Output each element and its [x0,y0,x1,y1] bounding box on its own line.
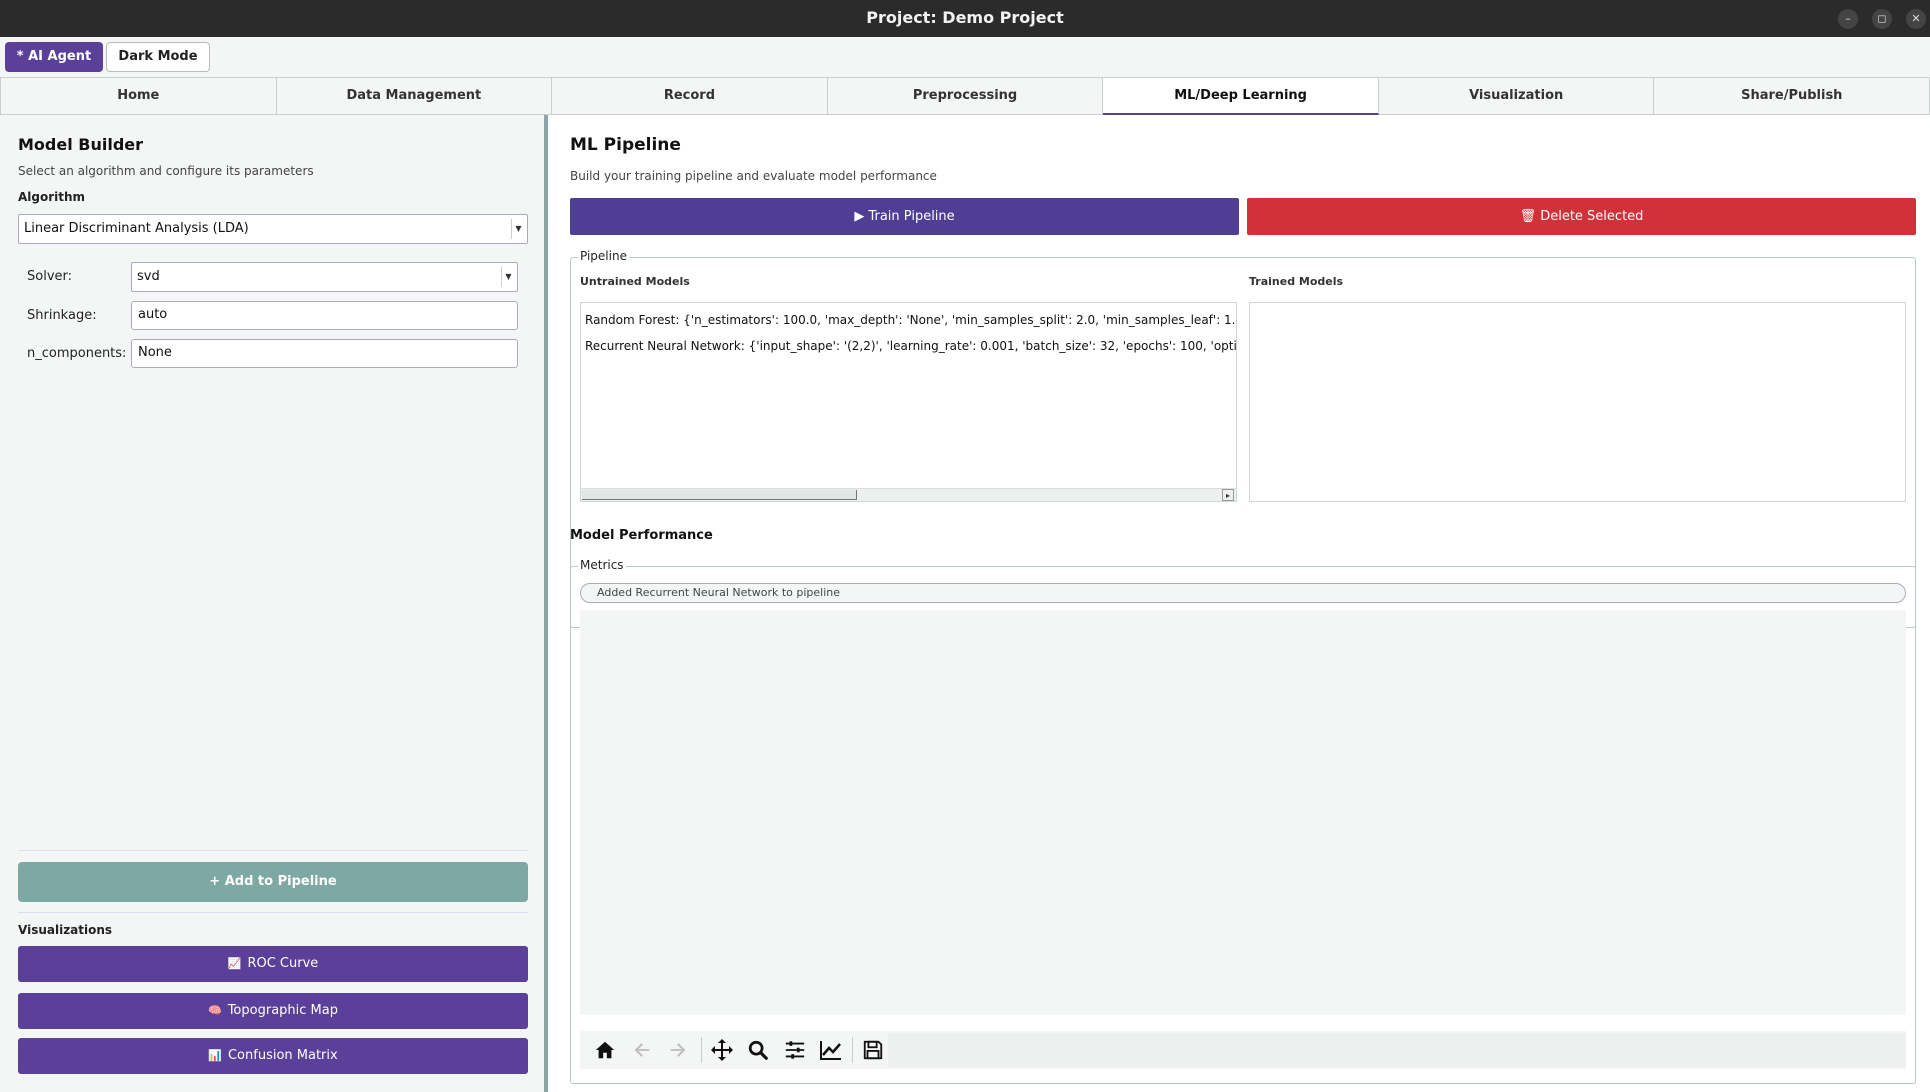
topographic-map-button[interactable]: 🧠 Topographic Map [18,993,528,1029]
scrollbar-thumb[interactable] [582,490,857,500]
chevron-down-icon: ▼ [501,267,515,287]
tab-data-management[interactable]: Data Management [276,77,553,115]
shrinkage-input[interactable]: auto [131,301,518,330]
save-icon[interactable] [858,1035,888,1065]
roc-curve-label: ROC Curve [247,956,319,971]
main-tabs: Home Data Management Record Preprocessin… [0,77,1930,115]
roc-curve-button[interactable]: 📈 ROC Curve [18,946,528,982]
algorithm-select-value: Linear Discriminant Analysis (LDA) [24,221,249,236]
train-pipeline-button[interactable]: ▶ Train Pipeline [570,198,1239,235]
tab-home[interactable]: Home [0,77,277,115]
back-arrow-icon[interactable] [627,1035,657,1065]
plot-canvas[interactable] [580,610,1906,1015]
tab-record[interactable]: Record [552,77,828,115]
confusion-matrix-button[interactable]: 📊 Confusion Matrix [18,1038,528,1074]
metrics-group-title: Metrics [578,558,626,572]
solver-label: Solver: [27,269,73,284]
horizontal-scrollbar[interactable]: ▸ [581,488,1236,501]
tab-ml-deep-learning[interactable]: ML/Deep Learning [1103,77,1379,115]
tab-share-publish[interactable]: Share/Publish [1654,77,1930,115]
list-item[interactable]: Recurrent Neural Network: {'input_shape'… [585,339,1236,353]
chevron-down-icon: ▼ [511,219,525,239]
delete-selected-button[interactable]: 🗑 Delete Selected [1247,198,1916,235]
plot-toolbar [580,1031,1906,1069]
toolbar-coordinates-area [888,1033,1906,1067]
home-icon[interactable] [590,1035,620,1065]
untrained-models-label: Untrained Models [580,275,690,288]
configure-subplots-icon[interactable] [780,1035,810,1065]
trained-models-label: Trained Models [1249,275,1344,288]
shrinkage-label: Shrinkage: [27,308,97,323]
divider [18,912,528,913]
untrained-models-list[interactable]: Random Forest: {'n_estimators': 100.0, '… [580,302,1237,502]
brain-icon: 🧠 [208,1004,222,1017]
list-item[interactable]: Random Forest: {'n_estimators': 100.0, '… [585,313,1236,327]
edit-axis-icon[interactable] [816,1035,846,1065]
topographic-map-label: Topographic Map [227,1003,338,1018]
visualizations-label: Visualizations [18,923,113,937]
divider [852,1037,853,1063]
divider [701,1037,702,1063]
minimize-button[interactable]: – [1838,9,1858,29]
close-button[interactable]: ✕ [1906,9,1926,29]
model-builder-panel: Model Builder Select an algorithm and co… [0,115,544,1092]
ml-pipeline-subtitle: Build your training pipeline and evaluat… [570,169,937,183]
solver-select-value: svd [137,269,160,284]
top-toolbar: * AI Agent Dark Mode [0,37,1930,77]
algorithm-select[interactable]: Linear Discriminant Analysis (LDA) ▼ [18,214,528,244]
ml-pipeline-panel: ML Pipeline Build your training pipeline… [548,115,1930,1092]
zoom-icon[interactable] [743,1035,773,1065]
add-to-pipeline-button[interactable]: + Add to Pipeline [18,862,528,902]
bar-chart-icon: 📊 [208,1049,222,1062]
status-message: Added Recurrent Neural Network to pipeli… [580,583,1906,603]
algorithm-label: Algorithm [18,190,86,204]
ml-pipeline-title: ML Pipeline [570,135,681,155]
dark-mode-button[interactable]: Dark Mode [106,42,210,72]
forward-arrow-icon[interactable] [663,1035,693,1065]
pan-icon[interactable] [707,1035,737,1065]
pipeline-group-title: Pipeline [578,249,629,263]
scroll-right-icon[interactable]: ▸ [1222,489,1234,501]
model-performance-title: Model Performance [570,528,713,543]
n-components-label: n_components: [27,346,127,361]
confusion-matrix-label: Confusion Matrix [227,1048,338,1063]
divider [18,850,528,851]
window-title: Project: Demo Project [866,8,1064,27]
model-builder-subtitle: Select an algorithm and configure its pa… [18,164,314,178]
model-builder-title: Model Builder [18,135,144,154]
trained-models-list[interactable] [1249,302,1906,502]
chart-line-icon: 📈 [227,957,242,970]
tab-visualization[interactable]: Visualization [1378,77,1655,115]
ai-agent-button[interactable]: * AI Agent [5,42,103,72]
window-title-bar: Project: Demo Project – ◻ ✕ [0,0,1930,37]
maximize-button[interactable]: ◻ [1872,9,1892,29]
tab-preprocessing[interactable]: Preprocessing [827,77,1104,115]
n-components-input[interactable]: None [131,339,518,368]
solver-select[interactable]: svd ▼ [131,262,518,292]
